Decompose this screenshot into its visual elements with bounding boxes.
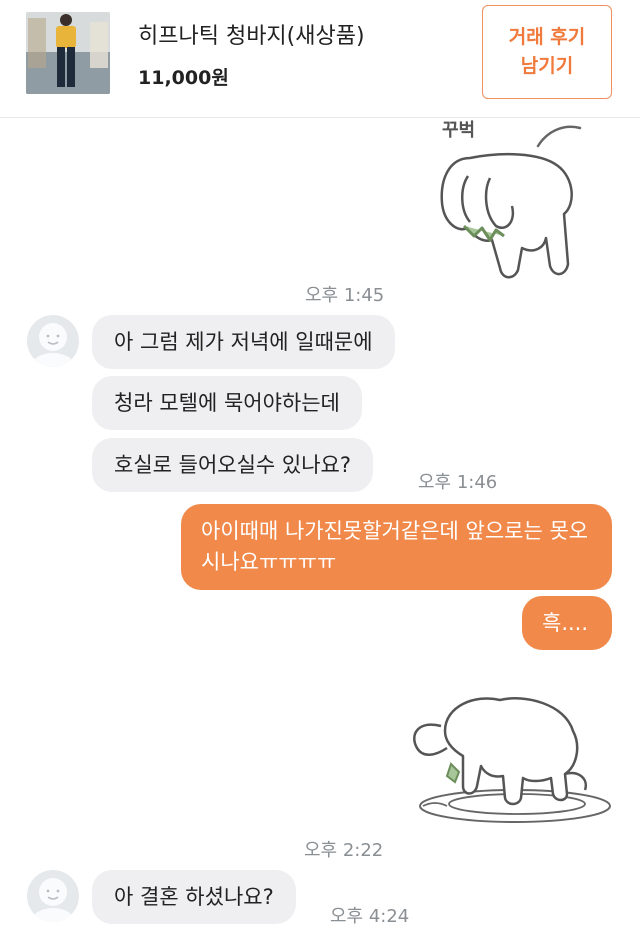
message-time: 오후 2:22 [304, 840, 384, 861]
message-bubble-incoming[interactable]: 호실로 들어오실수 있나요? [92, 438, 374, 492]
leave-review-button[interactable]: 거래 후기 남기기 [482, 5, 612, 99]
message-bubble-incoming[interactable]: 청라 모텔에 묵어야하는데 [92, 376, 362, 430]
message-time: 오후 1:46 [418, 472, 498, 493]
product-thumbnail[interactable] [26, 12, 110, 94]
message-bubble-incoming[interactable]: 아 그럼 제가 저녁에 일때문에 [92, 315, 395, 369]
message-time: 오후 4:24 [330, 906, 410, 927]
product-title: 히프나틱 청바지(새상품) [138, 24, 365, 49]
message-bubble-incoming[interactable]: 아 결혼 하셨나요? [92, 870, 296, 924]
chat-thread[interactable]: 꾸벅 오후 1:45 아 그럼 제가 저녁에 일때문에 청라 모텔에 묵어야하는… [0, 118, 640, 927]
default-avatar-icon [31, 323, 75, 367]
message-bubble-outgoing[interactable]: 아이때매 나가진못할거같은데 앞으로는 못오시나요ㅠㅠㅠㅠ [181, 504, 612, 590]
bowing-bunny-sticker: 꾸벅 [430, 118, 630, 288]
crying-bunny-sticker [405, 686, 615, 826]
sticker-caption: 꾸벅 [442, 120, 475, 141]
product-price: 11,000원 [138, 67, 229, 89]
message-time: 오후 1:45 [305, 285, 385, 306]
avatar[interactable] [27, 870, 79, 922]
leave-review-label: 거래 후기 남기기 [508, 26, 586, 77]
avatar[interactable] [27, 315, 79, 367]
message-bubble-outgoing[interactable]: 흑.... [522, 596, 612, 650]
product-header: 히프나틱 청바지(새상품) 11,000원 거래 후기 남기기 [0, 0, 640, 118]
default-avatar-icon [31, 878, 75, 922]
